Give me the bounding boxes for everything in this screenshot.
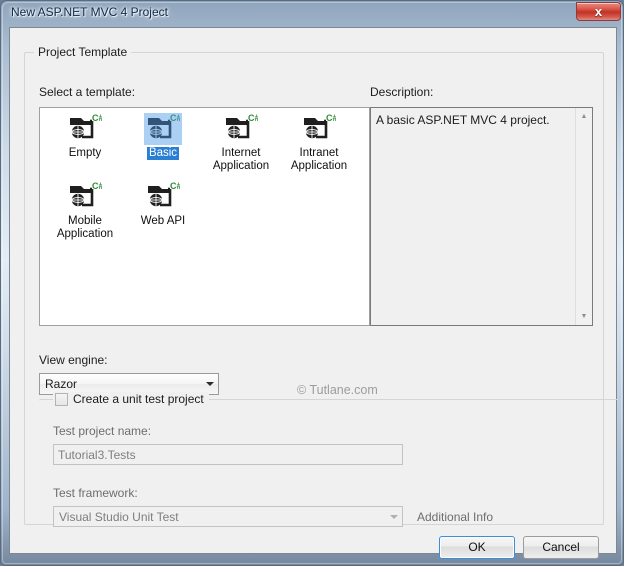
title-bar: New ASP.NET MVC 4 Project x	[1, 1, 624, 25]
view-engine-label: View engine:	[39, 353, 108, 367]
template-item-label: Web API	[140, 215, 186, 227]
chevron-down-icon	[201, 374, 218, 394]
create-unit-test-label: Create a unit test project	[73, 392, 204, 406]
scroll-up-arrow-icon[interactable]: ▲	[576, 108, 592, 125]
test-framework-select[interactable]: Visual Studio Unit Test	[53, 506, 403, 527]
select-template-label: Select a template:	[39, 85, 136, 99]
svg-text:C#: C#	[326, 114, 336, 123]
csharp-web-project-icon: C#	[146, 181, 182, 212]
description-panel: A basic ASP.NET MVC 4 project. ▲ ▼	[370, 107, 593, 326]
svg-text:C#: C#	[92, 114, 102, 123]
svg-text:C#: C#	[92, 182, 102, 191]
template-item[interactable]: C# Basic	[124, 113, 202, 178]
test-framework-label: Test framework:	[53, 486, 138, 500]
dialog-window: New ASP.NET MVC 4 Project x Project Temp…	[0, 0, 624, 566]
test-project-name-input[interactable]: Tutorial3.Tests	[53, 444, 403, 465]
svg-text:C#: C#	[248, 114, 258, 123]
test-project-name-value: Tutorial3.Tests	[58, 448, 136, 462]
window-title: New ASP.NET MVC 4 Project	[11, 5, 168, 19]
create-unit-test-checkbox[interactable]: Create a unit test project	[53, 392, 209, 406]
close-button[interactable]: x	[576, 2, 621, 21]
svg-text:C#: C#	[170, 114, 180, 123]
description-text: A basic ASP.NET MVC 4 project.	[376, 113, 550, 127]
project-template-legend: Project Template	[34, 45, 132, 59]
svg-text:C#: C#	[170, 182, 180, 191]
template-item-label: Intranet Application	[290, 147, 348, 172]
template-item[interactable]: C# Mobile Application	[46, 181, 124, 246]
additional-info-link[interactable]: Additional Info	[417, 510, 493, 524]
checkbox-box-icon	[55, 392, 68, 406]
template-item[interactable]: C# Empty	[46, 113, 124, 178]
project-template-groupbox: Project Template Select a template: C# Em…	[24, 45, 619, 527]
dialog-client-area: Project Template Select a template: C# Em…	[9, 27, 619, 559]
description-scrollbar[interactable]: ▲ ▼	[575, 108, 592, 325]
template-item[interactable]: C# Web API	[124, 181, 202, 246]
template-item-label: Empty	[68, 147, 102, 159]
csharp-web-project-icon: C#	[144, 113, 182, 145]
close-icon: x	[594, 4, 603, 19]
test-project-name-label: Test project name:	[53, 424, 152, 438]
scroll-down-arrow-icon[interactable]: ▼	[576, 308, 592, 325]
template-grid: C# Empty C# Basic C# Internet Application C# In…	[40, 108, 369, 250]
chevron-down-icon	[385, 507, 402, 526]
csharp-web-project-icon: C#	[302, 113, 338, 144]
template-item-label: Internet Application	[212, 147, 270, 172]
ok-button[interactable]: OK	[439, 536, 515, 559]
description-label: Description:	[370, 85, 434, 99]
template-item[interactable]: C# Internet Application	[202, 113, 280, 178]
template-item-label: Mobile Application	[56, 215, 114, 240]
csharp-web-project-icon: C#	[224, 113, 260, 144]
view-engine-value: Razor	[45, 377, 78, 391]
unit-test-groupbox: Create a unit test project Test project …	[39, 392, 619, 527]
test-framework-value: Visual Studio Unit Test	[59, 510, 179, 524]
template-item[interactable]: C# Intranet Application	[280, 113, 358, 178]
csharp-web-project-icon: C#	[68, 181, 104, 212]
template-item-label: Basic	[146, 147, 180, 160]
watermark: © Tutlane.com	[297, 383, 378, 397]
template-list[interactable]: C# Empty C# Basic C# Internet Application C# In…	[39, 107, 370, 326]
csharp-web-project-icon: C#	[68, 113, 104, 144]
cancel-button[interactable]: Cancel	[523, 536, 599, 559]
